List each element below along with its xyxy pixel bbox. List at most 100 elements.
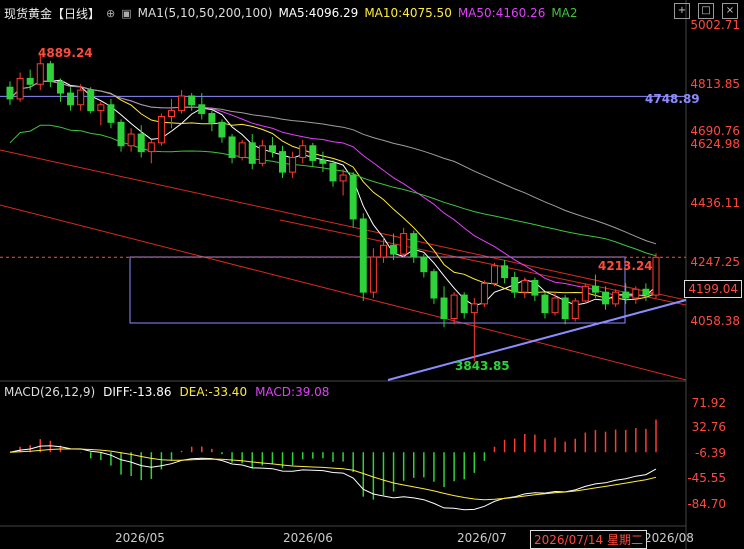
candle-body [501, 265, 509, 279]
candle-body [531, 279, 539, 296]
candle-body [208, 113, 216, 123]
ma10-value: MA10:4075.50 [364, 6, 452, 20]
settings-icon[interactable]: ⊕ [106, 7, 115, 20]
crosshair-date: 2026/07/14 星期二 [530, 530, 647, 549]
candle-body [430, 271, 438, 299]
price-tick: 4624.98 [690, 137, 740, 151]
candle-body [36, 63, 44, 85]
candle-body [450, 294, 458, 320]
add-icon[interactable]: + [674, 3, 690, 19]
candle-body [238, 142, 246, 158]
macd-tick: -6.39 [694, 446, 726, 460]
candle-body [26, 77, 34, 85]
candle-body [299, 145, 307, 158]
candle-body [228, 136, 236, 158]
price-tick: 4813.85 [690, 77, 740, 91]
ma-label[interactable]: MA1(5,10,50,200,100) [138, 6, 273, 20]
macd-tick: 71.92 [691, 396, 726, 410]
candle-body [491, 265, 498, 284]
macd-label[interactable]: MACD(26,12,9) [4, 385, 95, 399]
dea-value: DEA:-33.40 [179, 385, 248, 399]
candle-body [642, 288, 650, 296]
x-tick: 2026/07 [457, 531, 507, 545]
candle-body [279, 151, 287, 173]
macd-tick: -45.55 [687, 471, 726, 485]
candle-body [379, 244, 387, 258]
candle-body [652, 256, 660, 296]
close-icon[interactable]: × [722, 3, 738, 19]
candle-body [480, 282, 488, 305]
candle-body [137, 133, 145, 153]
candle-body [178, 95, 186, 112]
candle-body [521, 279, 529, 293]
candle-body [369, 256, 377, 293]
candle-body [400, 233, 408, 255]
candle-body [97, 104, 105, 112]
candle-body [46, 63, 54, 82]
candle-body [571, 300, 579, 320]
candle-body [511, 277, 519, 293]
current-price-tag: 4199.04 [684, 280, 742, 298]
ma50-line [9, 80, 657, 297]
candle-body [591, 285, 599, 293]
support-trendline [387, 299, 687, 381]
candle-body [77, 89, 85, 106]
macd-tick: 32.76 [691, 420, 726, 434]
macd-value: MACD:39.08 [255, 385, 330, 399]
candle-body [157, 115, 165, 144]
macd-header: MACD(26,12,9) DIFF:-13.86 DEA:-33.40 MAC… [4, 385, 329, 399]
candle-body [349, 174, 357, 220]
diff-value: DIFF:-13.86 [103, 385, 172, 399]
candle-body [188, 95, 196, 106]
candle-body [218, 121, 226, 138]
candle-body [622, 291, 630, 299]
candle-body [632, 288, 640, 299]
candle-body [127, 133, 135, 147]
candle-body [410, 233, 418, 258]
x-tick: 2026/05 [115, 531, 165, 545]
x-tick: 2026/06 [283, 531, 333, 545]
price-tick: 4058.38 [690, 314, 740, 328]
macd-tick: -84.70 [687, 497, 726, 511]
candle-body [329, 162, 337, 182]
candle-body [440, 297, 448, 320]
candle-body [612, 291, 620, 305]
candle-body [117, 121, 125, 147]
indicator-toggle-icon[interactable]: ▣ [121, 7, 131, 20]
ma2-label: MA2 [551, 6, 578, 20]
candle-body [359, 218, 367, 293]
candle-body [309, 145, 317, 161]
maximize-icon[interactable]: □ [698, 3, 714, 19]
candle-body [561, 297, 569, 320]
ma5-value: MA5:4096.29 [278, 6, 359, 20]
candle-body [248, 142, 256, 164]
window-tools: + □ × [674, 3, 738, 19]
candle-body [460, 294, 468, 314]
candle-body [16, 77, 24, 100]
candle-body [551, 297, 559, 314]
chart-header: 现货黄金【日线】 ⊕ ▣ MA1(5,10,50,200,100) MA5:40… [4, 4, 578, 22]
level-annotation: 4748.89 [645, 92, 700, 106]
ma200-line [9, 124, 657, 257]
candle-body [339, 174, 347, 182]
ma50-value: MA50:4160.26 [457, 6, 546, 20]
candle-body [390, 244, 398, 255]
chart-canvas [0, 0, 687, 549]
high-annotation: 4889.24 [38, 46, 93, 60]
candle-body [67, 92, 75, 106]
candle-body [147, 142, 155, 153]
low-annotation: 3843.85 [455, 359, 510, 373]
candle-body [319, 159, 327, 164]
candle-body [289, 156, 297, 173]
ma10-line [9, 80, 657, 301]
candle-body [6, 86, 14, 100]
candle-body [581, 285, 589, 302]
candle-body [420, 256, 428, 273]
instrument-title[interactable]: 现货黄金【日线】 [4, 5, 100, 22]
price-tick: 4690.76 [690, 124, 740, 138]
candle-body [470, 303, 478, 314]
candle-body [107, 104, 115, 123]
candle-body [56, 80, 64, 94]
price-tick: 4247.25 [690, 255, 740, 269]
candle-body [198, 104, 206, 115]
